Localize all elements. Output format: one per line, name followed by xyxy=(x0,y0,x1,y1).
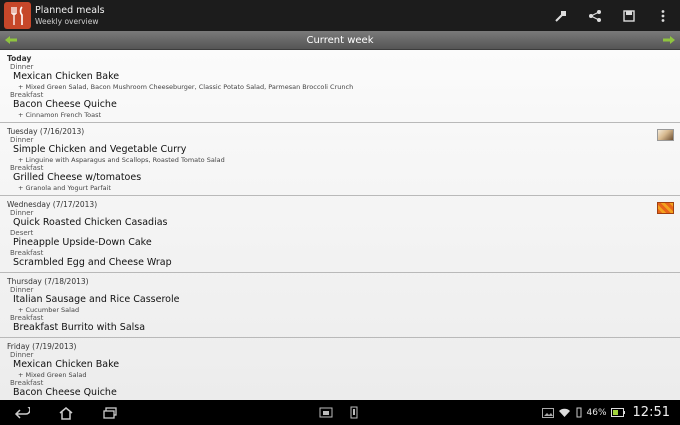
day-header: Thursday (7/18/2013) xyxy=(7,277,89,286)
home-icon xyxy=(59,406,73,420)
status-area[interactable]: 46% 12:51 xyxy=(541,405,680,420)
screenshot-button[interactable] xyxy=(312,400,340,425)
meal-type-label: Dinner xyxy=(10,351,34,359)
next-week-button[interactable] xyxy=(658,31,680,50)
recipe-thumbnail[interactable] xyxy=(657,202,674,214)
previous-week-button[interactable] xyxy=(0,31,22,50)
system-bar: 46% 12:51 xyxy=(0,400,680,425)
shopping-list-button[interactable] xyxy=(544,0,578,31)
dish-name[interactable]: Bacon Cheese Quiche xyxy=(7,387,680,399)
arrow-left-icon xyxy=(5,36,17,44)
phone-icon xyxy=(350,406,358,419)
dish-name[interactable]: Italian Sausage and Rice Casserole xyxy=(7,294,680,306)
day-section[interactable]: Tuesday (7/16/2013) Dinner Simple Chicke… xyxy=(0,123,680,196)
day-header: Today xyxy=(7,54,32,63)
meal-type-label: Breakfast xyxy=(10,164,44,172)
day-header: Friday (7/19/2013) xyxy=(7,342,77,351)
wifi-icon xyxy=(558,408,570,417)
action-buttons xyxy=(544,0,680,31)
meal-type-label: Breakfast xyxy=(10,379,44,387)
dish-name[interactable]: Mexican Chicken Bake xyxy=(7,359,680,371)
battery-icon xyxy=(610,408,625,417)
side-dishes: + Granola and Yogurt Parfait xyxy=(18,184,111,192)
vibrate-icon xyxy=(576,407,582,418)
action-bar-titles: Planned meals Weekly overview xyxy=(35,5,105,27)
day-section[interactable]: Wednesday (7/17/2013) Dinner Quick Roast… xyxy=(0,196,680,273)
meal-plan-list[interactable]: Today Dinner Mexican Chicken Bake + Mixe… xyxy=(0,50,680,400)
side-dishes: + Linguine with Asparagus and Scallops, … xyxy=(18,156,225,164)
meal-type-label: Breakfast xyxy=(10,314,44,322)
meal-type-label: Breakfast xyxy=(10,249,44,257)
dish-name[interactable]: Breakfast Burrito with Salsa xyxy=(7,322,680,334)
week-navigation: Current week xyxy=(0,31,680,50)
meal-type-label: Desert xyxy=(10,229,34,237)
week-title: Current week xyxy=(306,34,374,46)
meal-type-label: Breakfast xyxy=(10,91,44,99)
overflow-icon xyxy=(661,9,665,22)
battery-percent: 46% xyxy=(586,407,607,418)
share-button[interactable] xyxy=(578,0,612,31)
clock: 12:51 xyxy=(632,405,670,420)
dish-name[interactable]: Scrambled Egg and Cheese Wrap xyxy=(7,257,680,269)
app-title: Planned meals xyxy=(35,4,105,16)
dish-name[interactable]: Bacon Cheese Quiche xyxy=(7,99,680,111)
day-section[interactable]: Friday (7/19/2013) Dinner Mexican Chicke… xyxy=(0,338,680,400)
arrow-right-icon xyxy=(663,36,675,44)
overflow-menu-button[interactable] xyxy=(646,0,680,31)
mini-app-button[interactable] xyxy=(340,400,368,425)
day-section[interactable]: Thursday (7/18/2013) Dinner Italian Saus… xyxy=(0,273,680,338)
app-subtitle: Weekly overview xyxy=(35,16,99,26)
save-button[interactable] xyxy=(612,0,646,31)
side-dishes: + Mixed Green Salad xyxy=(18,371,87,379)
share-icon xyxy=(589,9,601,22)
screen-capture-icon xyxy=(319,407,333,418)
recent-apps-button[interactable] xyxy=(88,400,132,425)
day-header: Tuesday (7/16/2013) xyxy=(7,127,85,136)
side-dishes: + Mixed Green Salad, Bacon Mushroom Chee… xyxy=(18,83,354,91)
app-logo-icon[interactable] xyxy=(4,2,31,29)
shopping-icon xyxy=(555,10,566,22)
dish-name[interactable]: Pineapple Upside-Down Cake xyxy=(7,237,680,249)
dish-name[interactable]: Grilled Cheese w/tomatoes xyxy=(7,172,680,184)
meal-type-label: Dinner xyxy=(10,136,34,144)
dish-name[interactable]: Quick Roasted Chicken Casadias xyxy=(7,217,680,229)
back-button[interactable] xyxy=(0,400,44,425)
meal-type-label: Dinner xyxy=(10,63,34,71)
system-shortcuts xyxy=(312,400,368,425)
day-section[interactable]: Today Dinner Mexican Chicken Bake + Mixe… xyxy=(0,50,680,123)
recipe-thumbnail[interactable] xyxy=(657,129,674,141)
meal-type-label: Dinner xyxy=(10,286,34,294)
back-icon xyxy=(14,406,30,419)
recent-apps-icon xyxy=(103,406,117,419)
home-button[interactable] xyxy=(44,400,88,425)
picture-notification-icon xyxy=(541,407,554,418)
action-bar: Planned meals Weekly overview xyxy=(0,0,680,31)
dish-name[interactable]: Simple Chicken and Vegetable Curry xyxy=(7,144,680,156)
meal-type-label: Dinner xyxy=(10,209,34,217)
day-header: Wednesday (7/17/2013) xyxy=(7,200,98,209)
dish-name[interactable]: Mexican Chicken Bake xyxy=(7,71,680,83)
side-dishes: + Cucumber Salad xyxy=(18,306,80,314)
save-icon xyxy=(623,9,635,22)
side-dishes: + Cinnamon French Toast xyxy=(18,111,102,119)
